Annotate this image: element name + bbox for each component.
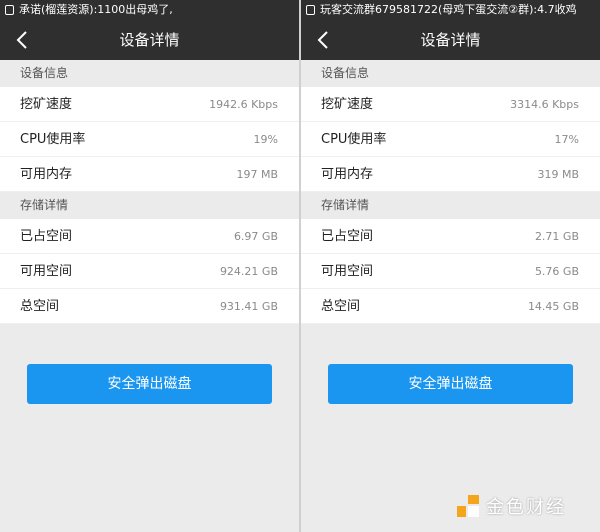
total-space-label: 总空间	[321, 299, 361, 314]
eject-disk-button[interactable]: 安全弹出磁盘	[328, 364, 573, 404]
chevron-left-icon	[317, 31, 328, 49]
free-memory-value: 319 MB	[537, 168, 579, 181]
total-space-row: 总空间 14.45 GB	[301, 289, 600, 324]
mining-speed-value: 3314.6 Kbps	[510, 98, 579, 111]
page-title: 设备详情	[420, 31, 481, 49]
back-button[interactable]	[12, 29, 34, 51]
available-space-value: 924.21 GB	[219, 265, 278, 278]
mining-speed-row: 挖矿速度 1942.6 Kbps	[0, 87, 299, 122]
back-button[interactable]	[313, 29, 335, 51]
mining-speed-value: 1942.6 Kbps	[209, 98, 278, 111]
free-memory-value: 197 MB	[236, 168, 278, 181]
cpu-usage-label: CPU使用率	[20, 132, 86, 147]
storage-details-header: 存储详情	[0, 192, 299, 219]
available-space-label: 可用空间	[321, 264, 374, 279]
used-space-value: 6.97 GB	[233, 230, 278, 243]
available-space-row: 可用空间 5.76 GB	[301, 254, 600, 289]
mining-speed-label: 挖矿速度	[321, 97, 374, 112]
mining-speed-label: 挖矿速度	[20, 97, 73, 112]
cpu-usage-row: CPU使用率 19%	[0, 122, 299, 157]
cpu-usage-value: 19%	[253, 133, 278, 146]
cpu-usage-label: CPU使用率	[321, 132, 387, 147]
chevron-left-icon	[16, 31, 27, 49]
total-space-value: 14.45 GB	[527, 300, 579, 313]
device-detail-screen-left: 承诺(榴莲资源):1100出母鸡了, 设备详情 设备信息 挖矿速度 1942.6…	[0, 0, 299, 532]
used-space-row: 已占空间 2.71 GB	[301, 219, 600, 254]
device-info-header: 设备信息	[0, 60, 299, 87]
notification-bar: 玩客交流群679581722(母鸡下蛋交流②群):4.7收鸡	[301, 0, 600, 20]
used-space-value: 2.71 GB	[534, 230, 579, 243]
available-space-row: 可用空间 924.21 GB	[0, 254, 299, 289]
used-space-label: 已占空间	[20, 229, 73, 244]
used-space-row: 已占空间 6.97 GB	[0, 219, 299, 254]
available-space-label: 可用空间	[20, 264, 73, 279]
notification-text: 承诺(榴莲资源):1100出母鸡了,	[19, 3, 173, 16]
eject-disk-button[interactable]: 安全弹出磁盘	[27, 364, 272, 404]
page-title: 设备详情	[119, 31, 180, 49]
used-space-label: 已占空间	[321, 229, 374, 244]
notification-icon	[5, 5, 14, 15]
total-space-row: 总空间 931.41 GB	[0, 289, 299, 324]
storage-details-header: 存储详情	[301, 192, 600, 219]
free-memory-row: 可用内存 197 MB	[0, 157, 299, 192]
device-info-header: 设备信息	[301, 60, 600, 87]
notification-icon	[306, 5, 315, 15]
notification-bar: 承诺(榴莲资源):1100出母鸡了,	[0, 0, 299, 20]
title-bar: 设备详情	[301, 20, 600, 60]
device-detail-screen-right: 玩客交流群679581722(母鸡下蛋交流②群):4.7收鸡 设备详情 设备信息…	[301, 0, 600, 532]
free-memory-row: 可用内存 319 MB	[301, 157, 600, 192]
total-space-value: 931.41 GB	[219, 300, 278, 313]
jinse-logo-icon	[457, 495, 479, 517]
mining-speed-row: 挖矿速度 3314.6 Kbps	[301, 87, 600, 122]
watermark: 金色财经	[456, 493, 566, 519]
watermark-text: 金色财经	[486, 497, 566, 518]
free-memory-label: 可用内存	[321, 167, 374, 182]
notification-text: 玩客交流群679581722(母鸡下蛋交流②群):4.7收鸡	[320, 3, 577, 16]
available-space-value: 5.76 GB	[534, 265, 579, 278]
free-memory-label: 可用内存	[20, 167, 73, 182]
title-bar: 设备详情	[0, 20, 299, 60]
cpu-usage-value: 17%	[554, 133, 579, 146]
total-space-label: 总空间	[20, 299, 60, 314]
cpu-usage-row: CPU使用率 17%	[301, 122, 600, 157]
